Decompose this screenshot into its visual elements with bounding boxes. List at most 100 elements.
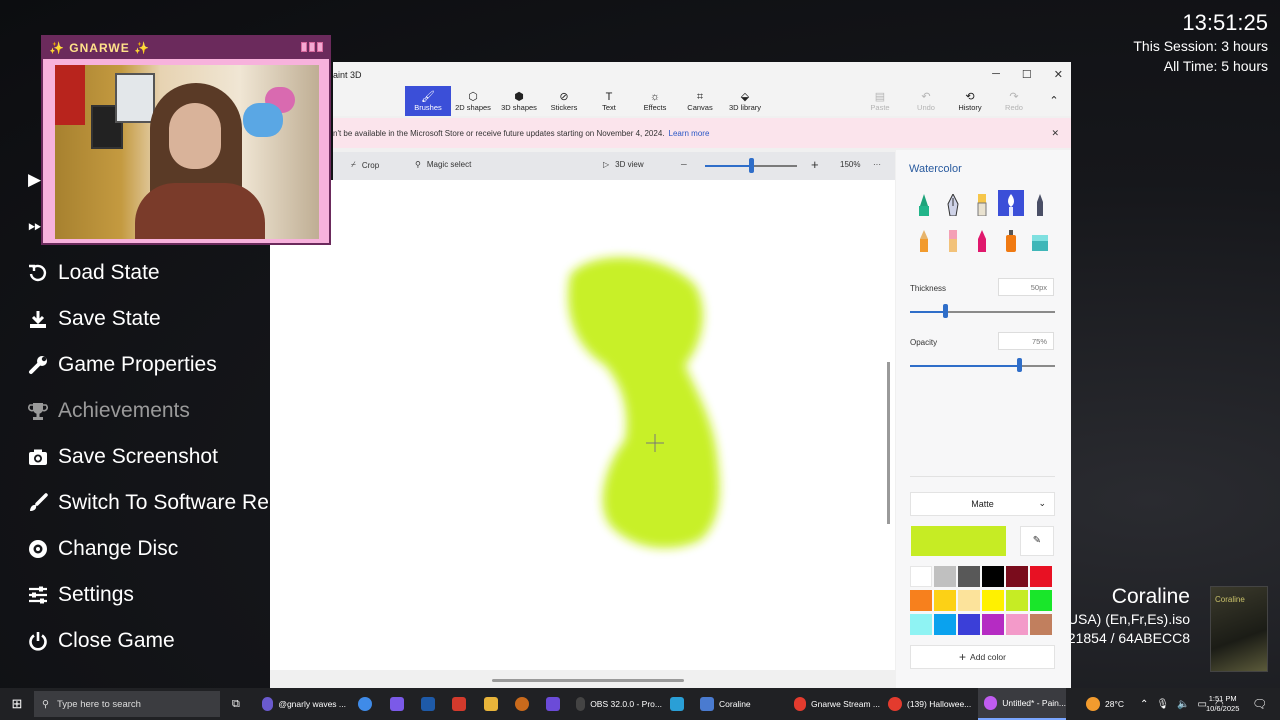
tab-brushes[interactable]: 🖌 Brushes bbox=[405, 86, 451, 116]
minimize-icon[interactable]: ─ bbox=[992, 68, 1000, 81]
tab-canvas[interactable]: ⌗ Canvas bbox=[683, 86, 717, 116]
fill-bucket-brush[interactable] bbox=[1027, 226, 1053, 252]
eraser-brush[interactable] bbox=[940, 226, 966, 252]
add-color-button[interactable]: + Add color bbox=[910, 645, 1055, 669]
menu-load-state[interactable]: Load State bbox=[28, 258, 160, 288]
palette-swatch[interactable] bbox=[958, 566, 980, 587]
menu-close-game[interactable]: Close Game bbox=[28, 626, 175, 656]
taskbar-item[interactable]: Gnarwe Stream ... bbox=[794, 688, 880, 720]
webcam-feed bbox=[55, 65, 319, 239]
palette-swatch[interactable] bbox=[958, 590, 980, 611]
weather-widget[interactable]: 28°C bbox=[1086, 688, 1124, 720]
zoom-slider-thumb[interactable] bbox=[749, 158, 754, 173]
spray-can-brush[interactable] bbox=[998, 226, 1024, 252]
palette-swatch[interactable] bbox=[1006, 566, 1028, 587]
vertical-scrollbar[interactable] bbox=[887, 362, 890, 524]
magic-select-button[interactable]: ⚲ Magic select bbox=[415, 160, 471, 169]
palette-swatch[interactable] bbox=[934, 614, 956, 635]
thickness-slider-thumb[interactable] bbox=[942, 304, 948, 318]
more-options-button[interactable]: ··· bbox=[873, 160, 881, 169]
taskbar-item-active[interactable]: Untitled* - Pain... bbox=[978, 688, 1066, 720]
history-button[interactable]: ⟲ History bbox=[953, 86, 987, 116]
current-color-swatch[interactable] bbox=[911, 526, 1006, 556]
menu-settings[interactable]: Settings bbox=[28, 580, 134, 610]
thickness-input[interactable]: 50px bbox=[998, 278, 1054, 296]
menu-game-properties[interactable]: Game Properties bbox=[28, 350, 217, 380]
3d-view-button[interactable]: ▷ 3D view bbox=[603, 160, 644, 169]
marker-brush[interactable] bbox=[911, 190, 937, 216]
palette-swatch[interactable] bbox=[1030, 566, 1052, 587]
tab-label: 3D library bbox=[728, 102, 762, 112]
tab-3d-library[interactable]: ⬙ 3D library bbox=[725, 86, 765, 116]
palette-swatch[interactable] bbox=[982, 614, 1004, 635]
app-pinned[interactable] bbox=[546, 688, 560, 720]
tab-text[interactable]: T Text bbox=[591, 86, 627, 116]
tab-stickers[interactable]: ⊘ Stickers bbox=[545, 86, 583, 116]
steam-pinned[interactable] bbox=[421, 688, 435, 720]
taskbar-item[interactable]: (139) Hallowee... bbox=[888, 688, 974, 720]
plus-icon: + bbox=[959, 650, 967, 664]
pencil-brush[interactable] bbox=[911, 226, 937, 252]
undo-button[interactable]: ↶ Undo bbox=[913, 86, 939, 116]
paste-button[interactable]: ▤ Paste bbox=[867, 86, 893, 116]
task-view-button[interactable]: ⧉ bbox=[232, 688, 240, 720]
app-pinned[interactable] bbox=[670, 688, 684, 720]
thickness-slider[interactable] bbox=[910, 311, 1055, 313]
tab-effects[interactable]: ☼ Effects bbox=[635, 86, 675, 116]
app-pinned[interactable] bbox=[515, 688, 529, 720]
taskbar-clock[interactable]: 1:51 PM 10/6/2025 bbox=[1206, 688, 1239, 720]
palette-swatch[interactable] bbox=[910, 614, 932, 635]
redo-button[interactable]: ↷ Redo bbox=[1001, 86, 1027, 116]
zoom-in-button[interactable]: + bbox=[811, 157, 819, 172]
menu-change-disc[interactable]: Change Disc bbox=[28, 534, 178, 564]
drawing-canvas[interactable] bbox=[270, 180, 895, 670]
game-launcher-pinned[interactable] bbox=[390, 688, 404, 720]
oil-brush[interactable] bbox=[969, 190, 995, 216]
close-icon[interactable]: ✕ bbox=[1054, 68, 1063, 81]
palette-swatch[interactable] bbox=[958, 614, 980, 635]
palette-swatch[interactable] bbox=[910, 566, 932, 587]
palette-swatch[interactable] bbox=[982, 590, 1004, 611]
palette-swatch[interactable] bbox=[1030, 590, 1052, 611]
notifications-button[interactable]: 🗨 bbox=[1252, 688, 1267, 720]
tab-2d-shapes[interactable]: ⬡ 2D shapes bbox=[453, 86, 493, 116]
opacity-slider-thumb[interactable] bbox=[1016, 358, 1022, 372]
collapse-ribbon-button[interactable]: ⌃ bbox=[1045, 86, 1063, 116]
tab-3d-shapes[interactable]: ⬢ 3D shapes bbox=[499, 86, 539, 116]
palette-swatch[interactable] bbox=[982, 566, 1004, 587]
undo-icon bbox=[28, 263, 48, 283]
palette-swatch[interactable] bbox=[1006, 614, 1028, 635]
menu-save-state[interactable]: Save State bbox=[28, 304, 161, 334]
finish-dropdown[interactable]: Matte ⌄ bbox=[910, 492, 1055, 516]
file-explorer-pinned[interactable] bbox=[484, 688, 498, 720]
pixel-pen-brush[interactable] bbox=[1027, 190, 1053, 216]
palette-swatch[interactable] bbox=[1006, 590, 1028, 611]
eyedropper-button[interactable]: ✎ bbox=[1020, 526, 1054, 556]
opacity-input[interactable]: 75% bbox=[998, 332, 1054, 350]
start-button[interactable]: ⊞ bbox=[8, 688, 26, 720]
app-pinned[interactable] bbox=[452, 688, 466, 720]
menu-achievements[interactable]: Achievements bbox=[28, 396, 190, 426]
resume-icon[interactable]: ▶ bbox=[28, 170, 41, 190]
palette-swatch[interactable] bbox=[910, 590, 932, 611]
chrome-pinned[interactable] bbox=[358, 688, 372, 720]
taskbar-search[interactable]: ⚲ Type here to search bbox=[34, 691, 220, 717]
watercolor-brush[interactable] bbox=[998, 190, 1024, 216]
menu-save-screenshot[interactable]: Save Screenshot bbox=[28, 442, 218, 472]
crayon-brush[interactable] bbox=[969, 226, 995, 252]
crop-button[interactable]: ⌿ Crop bbox=[351, 160, 379, 170]
windows-taskbar: ⊞ ⚲ Type here to search ⧉ @gnarly waves … bbox=[0, 688, 1280, 720]
close-notice-icon[interactable]: ✕ bbox=[1051, 128, 1059, 139]
palette-swatch[interactable] bbox=[1030, 614, 1052, 635]
taskbar-item[interactable]: @gnarly waves ... bbox=[262, 688, 346, 720]
horizontal-scrollbar[interactable] bbox=[492, 679, 684, 682]
learn-more-link[interactable]: Learn more bbox=[669, 129, 710, 138]
maximize-icon[interactable]: ☐ bbox=[1022, 68, 1032, 81]
taskbar-item[interactable]: Coraline bbox=[700, 688, 786, 720]
palette-swatch[interactable] bbox=[934, 590, 956, 611]
palette-swatch[interactable] bbox=[934, 566, 956, 587]
taskbar-item[interactable]: OBS 32.0.0 - Pro... bbox=[576, 688, 662, 720]
opacity-slider[interactable] bbox=[910, 365, 1055, 367]
calligraphy-pen-brush[interactable] bbox=[940, 190, 966, 216]
zoom-out-button[interactable]: ─ bbox=[681, 160, 687, 169]
